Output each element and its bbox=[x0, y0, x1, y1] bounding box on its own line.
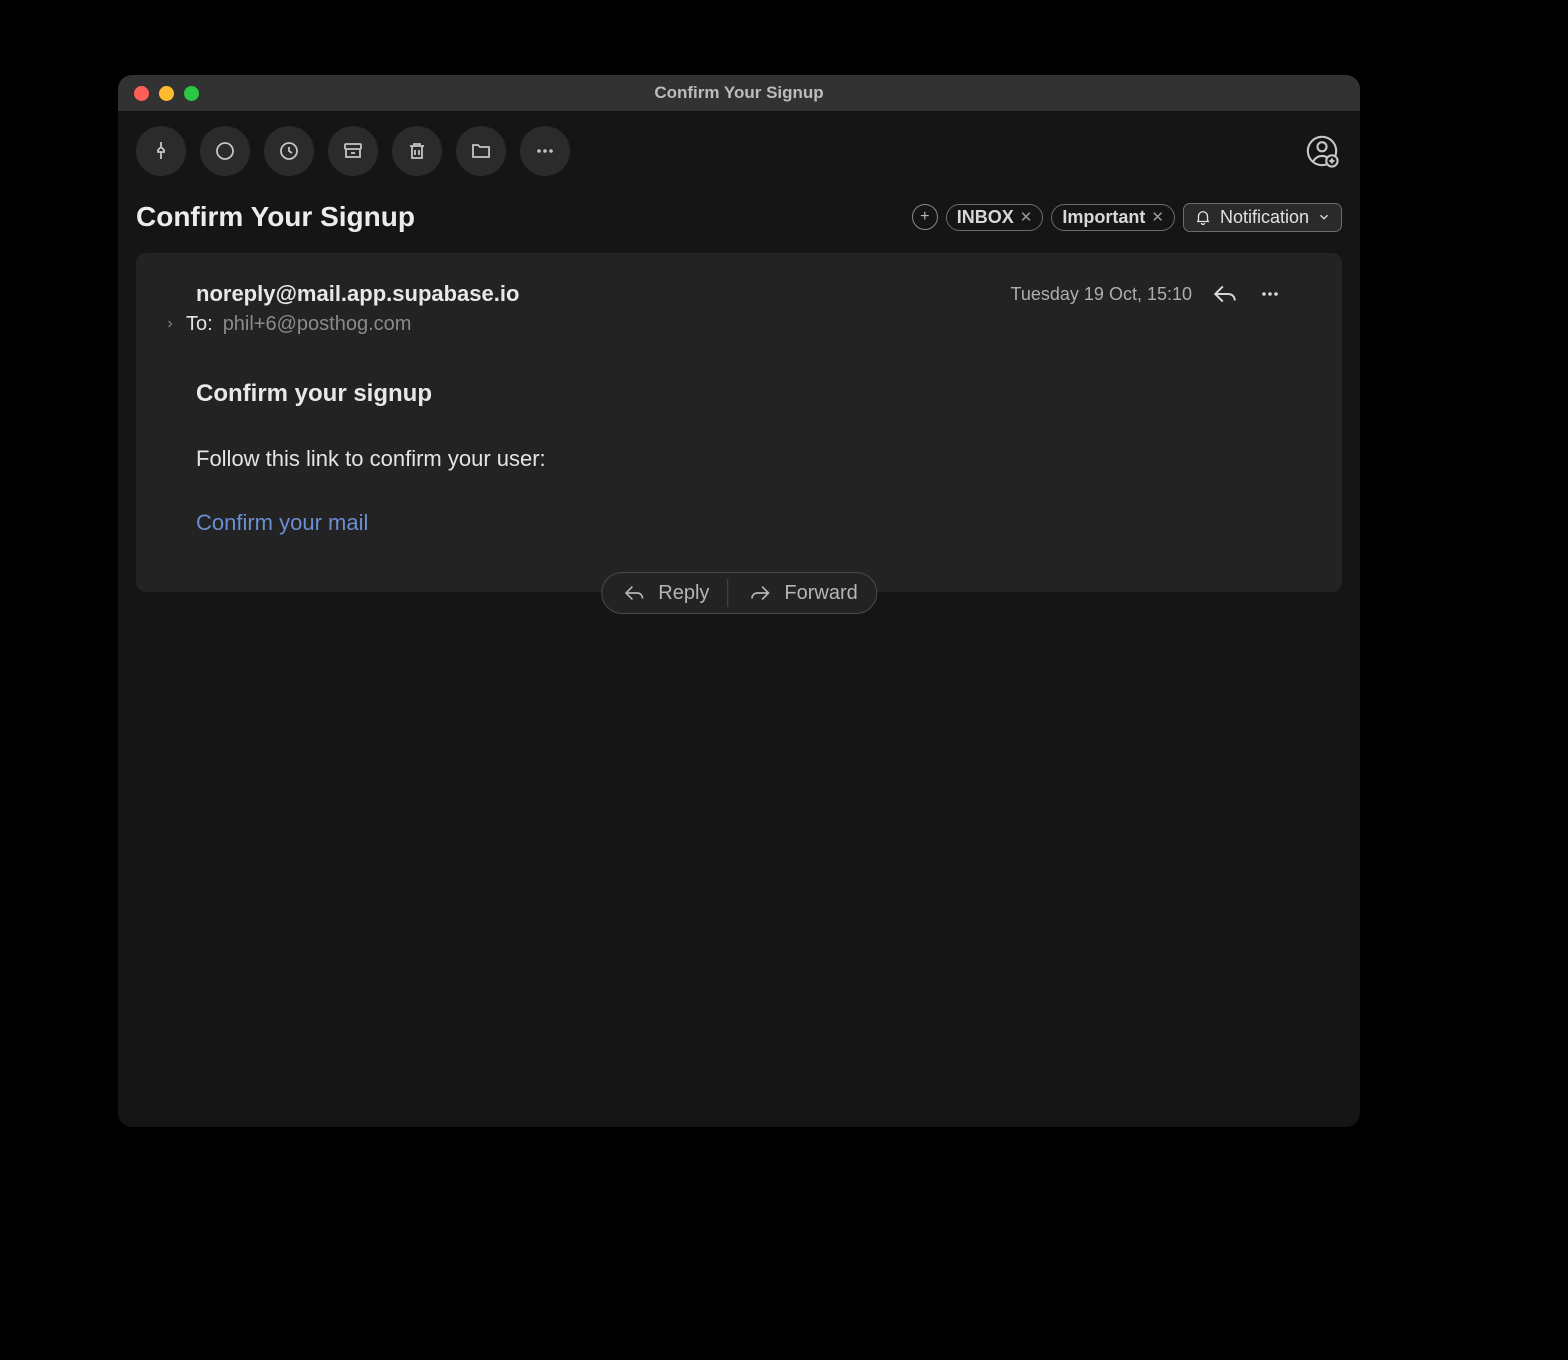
move-button[interactable] bbox=[456, 126, 506, 176]
mark-unread-button[interactable] bbox=[200, 126, 250, 176]
reply-arrow-icon bbox=[1210, 281, 1240, 307]
from-address: noreply@mail.app.supabase.io bbox=[196, 281, 1011, 307]
minimize-window-button[interactable] bbox=[159, 86, 174, 101]
window-title: Confirm Your Signup bbox=[654, 83, 823, 103]
toolbar bbox=[118, 111, 1360, 191]
expand-recipients-button[interactable] bbox=[164, 317, 176, 333]
archive-button[interactable] bbox=[328, 126, 378, 176]
reply-icon-button[interactable] bbox=[1210, 281, 1240, 307]
titlebar: Confirm Your Signup bbox=[118, 75, 1360, 111]
notification-label: Notification bbox=[1220, 207, 1309, 228]
remove-tag-icon[interactable]: ✕ bbox=[1151, 208, 1164, 226]
add-contact-button[interactable] bbox=[1302, 131, 1342, 171]
chevron-right-icon bbox=[164, 318, 176, 330]
confirm-link[interactable]: Confirm your mail bbox=[196, 510, 1282, 536]
tag-inbox[interactable]: INBOX ✕ bbox=[946, 204, 1044, 231]
forward-arrow-icon bbox=[746, 582, 774, 604]
delete-button[interactable] bbox=[392, 126, 442, 176]
message-more-button[interactable] bbox=[1258, 282, 1282, 306]
body-text: Follow this link to confirm your user: bbox=[196, 446, 1282, 472]
clock-icon bbox=[277, 139, 301, 163]
archive-icon bbox=[341, 139, 365, 163]
divider bbox=[727, 579, 728, 607]
user-plus-icon bbox=[1305, 134, 1339, 168]
notification-dropdown[interactable]: Notification bbox=[1183, 203, 1342, 232]
trash-icon bbox=[405, 139, 429, 163]
forward-label: Forward bbox=[784, 582, 857, 605]
folder-icon bbox=[469, 139, 493, 163]
header-row: Confirm Your Signup + INBOX ✕ Important … bbox=[118, 191, 1360, 253]
recombustão: Reply bbox=[658, 582, 709, 605]
close-window-button[interactable] bbox=[134, 86, 149, 101]
circle-icon bbox=[213, 139, 237, 163]
snooze-button[interactable] bbox=[264, 126, 314, 176]
chevron-down-icon bbox=[1317, 210, 1331, 224]
traffic-lights bbox=[134, 86, 199, 101]
tag-important[interactable]: Important ✕ bbox=[1051, 204, 1175, 231]
maximize-window-button[interactable] bbox=[184, 86, 199, 101]
timestamp: Tuesday 19 Oct, 15:10 bbox=[1011, 284, 1192, 305]
pin-button[interactable] bbox=[136, 126, 186, 176]
tag-label: Important bbox=[1062, 207, 1145, 228]
email-subject: Confirm Your Signup bbox=[136, 201, 912, 233]
footer-actions: Reply Forward bbox=[601, 572, 877, 614]
more-horizontal-icon bbox=[1258, 282, 1282, 306]
message-header: noreply@mail.app.supabase.io To: phil+6@… bbox=[196, 281, 1282, 336]
more-button[interactable] bbox=[520, 126, 570, 176]
body-heading: Confirm your signup bbox=[196, 380, 1282, 408]
tag-label: INBOX bbox=[957, 207, 1014, 228]
plus-icon: + bbox=[920, 208, 929, 226]
email-window: Confirm Your Signup Confirm Your Signup bbox=[118, 75, 1360, 1127]
remove-tag-icon[interactable]: ✕ bbox=[1020, 208, 1033, 226]
add-tag-button[interactable]: + bbox=[912, 204, 938, 230]
pin-icon bbox=[149, 139, 173, 163]
message-body: Confirm your signup Follow this link to … bbox=[196, 380, 1282, 536]
forward-button[interactable]: Forward bbox=[746, 582, 857, 605]
reply-arrow-icon bbox=[620, 582, 648, 604]
reply-button[interactable]: Reply bbox=[620, 582, 709, 605]
more-horizontal-icon bbox=[533, 139, 557, 163]
tag-area: + INBOX ✕ Important ✕ Notification bbox=[912, 203, 1342, 232]
to-address: phil+6@posthog.com bbox=[223, 313, 412, 336]
message-card: noreply@mail.app.supabase.io To: phil+6@… bbox=[136, 253, 1342, 592]
to-label: To: bbox=[186, 313, 213, 336]
bell-icon bbox=[1194, 208, 1212, 226]
